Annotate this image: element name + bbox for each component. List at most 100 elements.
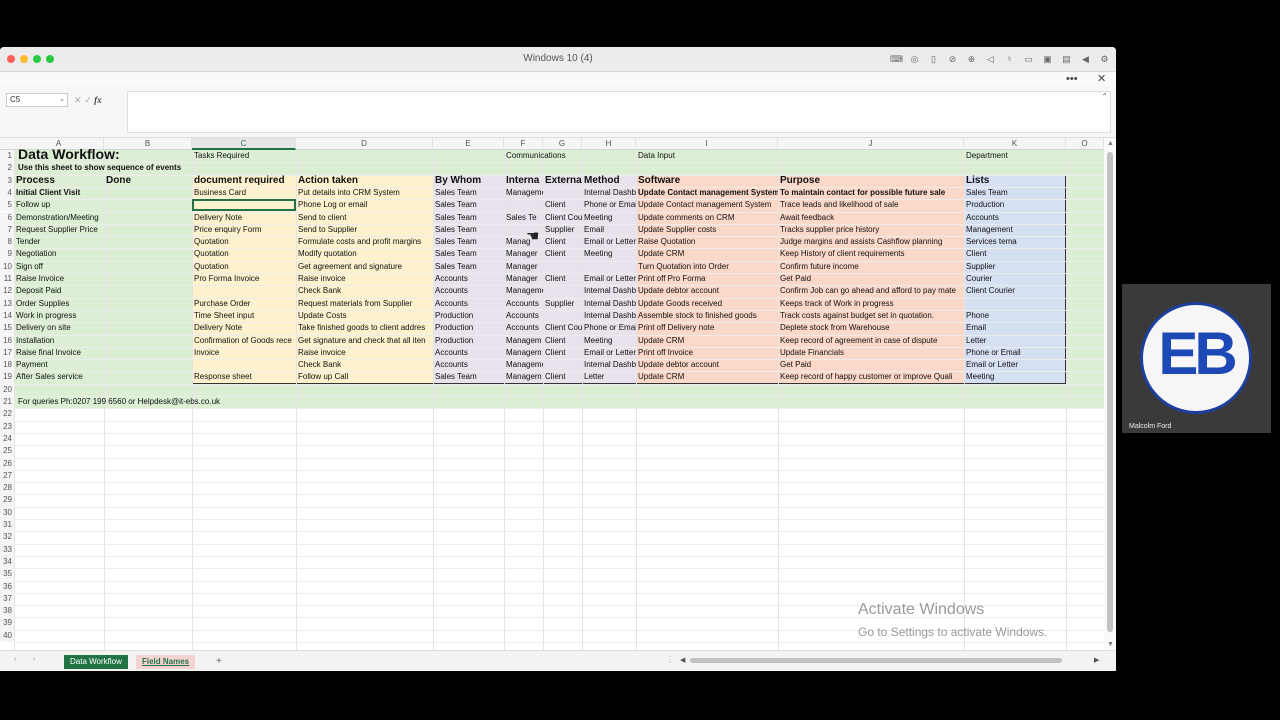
video-tile[interactable]: EB Malcolm Ford [1122,284,1271,433]
enter-icon[interactable]: ✓ [84,95,92,105]
table-cell[interactable]: Services tema [964,236,1066,248]
table-cell[interactable]: Sign off [14,261,104,273]
table-cell[interactable]: Accounts [433,347,504,359]
table-cell[interactable]: Email or Letter [582,347,636,359]
tab-nav-right-icon[interactable]: › [33,656,35,663]
table-cell[interactable]: Production [964,199,1066,211]
table-cell[interactable]: Production [433,310,504,322]
header-whom[interactable]: By Whom [433,175,504,187]
header-software[interactable]: Software [636,175,778,187]
table-cell[interactable]: Send to Supplier [296,224,433,236]
table-cell[interactable]: Raise invoice [296,273,433,285]
table-cell[interactable]: Get Paid [778,359,964,371]
table-cell[interactable] [192,359,296,371]
table-cell[interactable]: Client Cou [543,212,582,224]
table-cell[interactable]: Invoice [192,347,296,359]
row-header[interactable]: 26 [0,457,14,470]
selected-cell-c5[interactable] [192,199,296,212]
table-cell[interactable]: Modify quotation [296,248,433,260]
col-header[interactable]: D [296,138,433,150]
table-cell[interactable]: Managem [504,371,543,383]
table-cell[interactable]: Email or Letter [582,236,636,248]
header-doc[interactable]: document required [192,175,296,187]
table-cell[interactable]: Keep record of agreement in case of disp… [778,335,964,347]
table-cell[interactable]: Update debtor account [636,285,778,297]
row-header[interactable]: 23 [0,420,14,433]
row-header[interactable]: 28 [0,482,14,495]
header-method[interactable]: Method [582,175,636,187]
row-header[interactable]: 7 [0,223,14,237]
video-icon[interactable]: ▣ [1042,52,1053,66]
row-header[interactable]: 13 [0,297,14,310]
row-header[interactable]: 33 [0,543,14,556]
table-cell[interactable]: Client [543,248,582,260]
globe-icon[interactable]: ⊕ [966,52,977,66]
row-header[interactable]: 5 [0,199,14,212]
table-cell[interactable]: Check Bank [296,359,433,371]
table-cell[interactable]: Delivery Note [192,212,296,224]
table-cell[interactable]: Negotiation [14,248,104,260]
table-cell[interactable]: Email or Letter [582,273,636,285]
row-header[interactable]: 25 [0,445,14,458]
table-cell[interactable]: Meeting [582,248,636,260]
table-cell[interactable]: Management [504,187,543,199]
table-cell[interactable]: Accounts [433,273,504,285]
table-cell[interactable]: Internal Dashb [582,310,636,322]
table-cell[interactable]: Raise final Invoice [14,347,104,359]
table-cell[interactable]: Track costs against budget set in quotat… [778,310,964,322]
table-cell[interactable]: Update CRM [636,335,778,347]
folder-icon[interactable]: ▤ [1061,52,1072,66]
table-cell[interactable]: Sales Team [433,199,504,211]
table-cell[interactable]: Update comments on CRM [636,212,778,224]
table-cell[interactable]: Check Bank [296,285,433,297]
table-cell[interactable]: Update Contact management System [636,187,778,199]
table-cell[interactable]: Get signature and check that all iten [296,335,433,347]
speaker-icon[interactable]: ◁ [985,52,996,66]
disc-icon[interactable]: ◎ [909,52,920,66]
table-cell[interactable]: Installation [14,335,104,347]
keyboard-icon[interactable]: ⌨ [890,52,903,66]
table-cell[interactable]: Tracks supplier price history [778,224,964,236]
table-cell[interactable]: Get Paid [778,273,964,285]
fx-icon[interactable]: fx [94,95,102,105]
table-cell[interactable]: Client [543,273,582,285]
table-cell[interactable]: Demonstration/Meeting [14,212,104,224]
table-cell[interactable]: Delivery on site [14,322,104,334]
table-cell[interactable]: Management [964,224,1066,236]
row-header[interactable]: 32 [0,531,14,544]
col-header[interactable]: E [433,138,504,150]
table-cell[interactable]: Deplete stock from Warehouse [778,322,964,334]
table-cell[interactable]: Client [543,236,582,248]
header-action[interactable]: Action taken [296,175,433,187]
scroll-right-icon[interactable]: ▶ [1094,656,1099,664]
printer-icon[interactable]: ▭ [1023,52,1034,66]
table-cell[interactable]: Sales Team [433,261,504,273]
horizontal-scrollbar[interactable] [690,658,1062,663]
table-cell[interactable]: Assemble stock to finished goods [636,310,778,322]
table-cell[interactable]: Client [543,347,582,359]
table-cell[interactable]: Delivery Note [192,322,296,334]
col-header[interactable]: O [1066,138,1104,150]
table-cell[interactable]: Sales Team [433,236,504,248]
table-cell[interactable]: Management [504,359,543,371]
cancel-icon[interactable]: ✕ [74,95,82,105]
table-cell[interactable]: Print off Delivery note [636,322,778,334]
table-cell[interactable]: Response sheet [192,371,296,383]
row-header[interactable]: 10 [0,260,14,273]
table-cell[interactable] [582,261,636,273]
tab-nav-left-icon[interactable]: ‹ [14,656,16,663]
table-cell[interactable]: Update Supplier costs [636,224,778,236]
scroll-up-icon[interactable]: ▲ [1107,140,1114,147]
table-cell[interactable] [543,359,582,371]
row-header[interactable]: 14 [0,309,14,323]
table-cell[interactable]: Update Goods received [636,298,778,310]
table-cell[interactable]: Take finished goods to client addres [296,322,433,334]
table-cell[interactable]: Accounts [504,310,543,322]
table-cell[interactable]: Sales Te [504,212,543,224]
row-header[interactable]: 12 [0,285,14,298]
table-cell[interactable]: Client Cou [543,322,582,334]
table-cell[interactable]: Update CRM [636,371,778,383]
table-cell[interactable]: Time Sheet input [192,310,296,322]
table-cell[interactable]: Confirm Job can go ahead and afford to p… [778,285,964,297]
table-cell[interactable]: Quotation [192,236,296,248]
